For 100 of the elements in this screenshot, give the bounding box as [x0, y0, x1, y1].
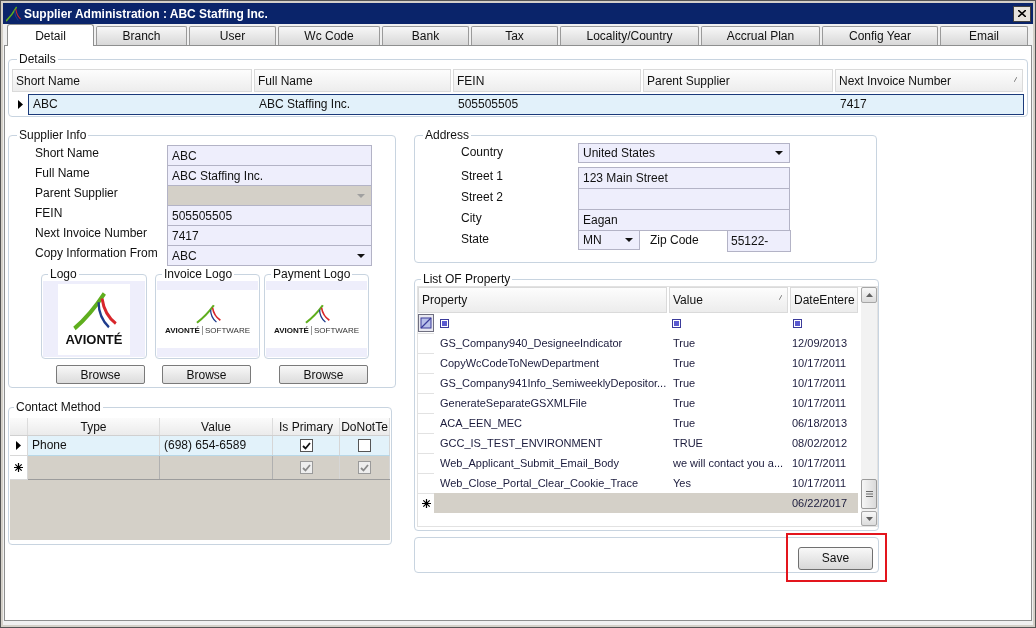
field-label: State — [461, 231, 491, 248]
tab[interactable]: Locality/Country — [560, 26, 699, 45]
logo-wordmark: AVIONTÉ — [65, 333, 123, 347]
filter-square-icon — [440, 318, 449, 328]
tab[interactable]: Accrual Plan — [701, 26, 820, 45]
column-header[interactable]: Parent Supplier — [643, 69, 833, 92]
scroll-up-button[interactable] — [861, 287, 877, 303]
down-arrow-icon — [865, 516, 873, 521]
up-arrow-icon — [865, 293, 873, 297]
tab[interactable]: Wc Code — [278, 26, 380, 45]
column-header[interactable]: Short Name — [12, 69, 252, 92]
table-cell-text: True — [672, 396, 697, 411]
sort-mark-icon — [1014, 77, 1017, 82]
text-field[interactable]: 55122- — [727, 230, 791, 252]
column-header[interactable]: DoNotTe — [340, 418, 390, 435]
group-title: Invoice Logo — [163, 267, 234, 281]
group-title: Address — [424, 128, 471, 142]
checkmark-icon — [360, 463, 369, 472]
column-header[interactable]: Property — [418, 287, 667, 313]
column-header[interactable]: Value — [160, 418, 273, 435]
tab[interactable]: Branch — [96, 26, 187, 45]
browse-button[interactable]: Browse — [56, 365, 145, 384]
table-cell: (698) 654-6589 — [160, 436, 273, 455]
tab[interactable]: Detail — [7, 24, 94, 46]
table-cell-text: True — [672, 336, 697, 351]
tab[interactable]: User — [189, 26, 276, 45]
filter-icon[interactable] — [418, 314, 434, 332]
row-pointer-icon — [16, 441, 21, 450]
row-pointer-icon — [17, 100, 23, 109]
text-field[interactable]: 7417 — [167, 225, 372, 246]
table-cell-text: ACA_EEN_MEC — [439, 416, 523, 431]
checkmark-icon — [301, 441, 311, 450]
scrollbar[interactable] — [861, 287, 877, 526]
table-cell-text: 7417 — [839, 96, 868, 113]
table-cell-text: GenerateSeparateGSXMLFile — [439, 396, 588, 411]
text-field[interactable]: 505505505 — [167, 205, 372, 226]
checkbox[interactable] — [358, 439, 371, 452]
column-header[interactable]: FEIN — [453, 69, 641, 92]
table-cell-text: 10/17/2011 — [791, 376, 848, 391]
field-label: FEIN — [35, 205, 64, 222]
table-row[interactable]: Phone (698) 654-6589 — [28, 436, 390, 456]
text-field[interactable] — [578, 188, 790, 210]
scroll-down-button[interactable] — [861, 511, 877, 526]
asterisk-icon — [421, 499, 431, 508]
text-field[interactable]: Eagan — [578, 209, 790, 231]
field-label: Parent Supplier — [35, 185, 119, 202]
column-header[interactable]: DateEntere — [790, 287, 858, 313]
window-title: Supplier Administration : ABC Staffing Inc. — [24, 6, 268, 21]
table-cell-text: Web_Applicant_Submit_Email_Body — [439, 456, 620, 471]
caret-icon — [357, 193, 365, 198]
text-field[interactable]: 123 Main Street — [578, 167, 790, 189]
browse-button[interactable]: Browse — [279, 365, 368, 384]
dropdown[interactable]: MN — [578, 230, 640, 250]
save-button[interactable]: Save — [798, 546, 873, 570]
table-cell-text: 12/09/2013 — [791, 336, 849, 351]
tab[interactable]: Config Year — [822, 26, 938, 45]
sort-mark-icon — [779, 295, 782, 300]
column-header[interactable]: Type — [28, 418, 160, 435]
checkbox[interactable] — [299, 439, 313, 452]
table-row[interactable]: ABC ABC Staffing Inc. 505505505 7417 — [28, 94, 1024, 115]
tab[interactable]: Email — [940, 26, 1028, 45]
swoosh-logo-icon — [194, 303, 221, 324]
column-header[interactable]: Full Name — [254, 69, 451, 92]
text-field[interactable]: ABC — [167, 145, 372, 166]
browse-button[interactable]: Browse — [162, 365, 251, 384]
new-row[interactable]: 06/22/2017 — [434, 493, 858, 513]
scrollbar-thumb[interactable] — [861, 479, 877, 509]
table-cell-text: GS_Company940_DesigneeIndicator — [439, 336, 624, 351]
checkbox[interactable] — [358, 461, 371, 474]
dropdown[interactable]: United States — [578, 143, 790, 163]
table-cell-text: 10/17/2011 — [791, 396, 848, 411]
table-cell-text: 10/17/2011 — [791, 456, 848, 471]
table-cell-text: GCC_IS_TEST_ENVIRONMENT — [439, 436, 604, 451]
field-label: Copy Information From — [35, 245, 159, 262]
swoosh-logo-icon — [303, 303, 330, 324]
table-cell-text: 06/18/2013 — [791, 416, 849, 431]
tab[interactable]: Tax — [471, 26, 558, 45]
column-header[interactable]: Value — [669, 287, 788, 313]
field-label: Short Name — [35, 145, 101, 162]
field-label: Street 1 — [461, 168, 505, 185]
checkbox[interactable] — [299, 461, 313, 474]
table-cell-text: 10/17/2011 — [791, 356, 848, 371]
tab[interactable]: Bank — [382, 26, 469, 45]
field-label: Next Invoice Number — [35, 225, 149, 242]
table-cell-text: True — [672, 376, 697, 391]
column-header[interactable]: Is Primary — [273, 418, 340, 435]
table-cell-text: 505505505 — [457, 96, 520, 113]
logo-tagline: SOFTWARE — [313, 325, 359, 335]
text-field[interactable]: ABC Staffing Inc. — [167, 165, 372, 186]
close-button[interactable] — [1013, 5, 1031, 22]
dropdown[interactable]: ABC — [167, 245, 372, 266]
app-logo-icon — [5, 5, 21, 22]
table-cell-text: CopyWcCodeToNewDepartment — [439, 356, 600, 371]
column-header[interactable]: Next Invoice Number — [835, 69, 1023, 92]
field-label: Full Name — [35, 165, 91, 182]
field-label: City — [461, 210, 483, 227]
caret-icon — [775, 151, 783, 155]
table-cell-text: 10/17/2011 — [791, 476, 848, 491]
checkmark-icon — [301, 463, 311, 472]
logo-wordmark: AVIONTÉ — [165, 325, 200, 335]
